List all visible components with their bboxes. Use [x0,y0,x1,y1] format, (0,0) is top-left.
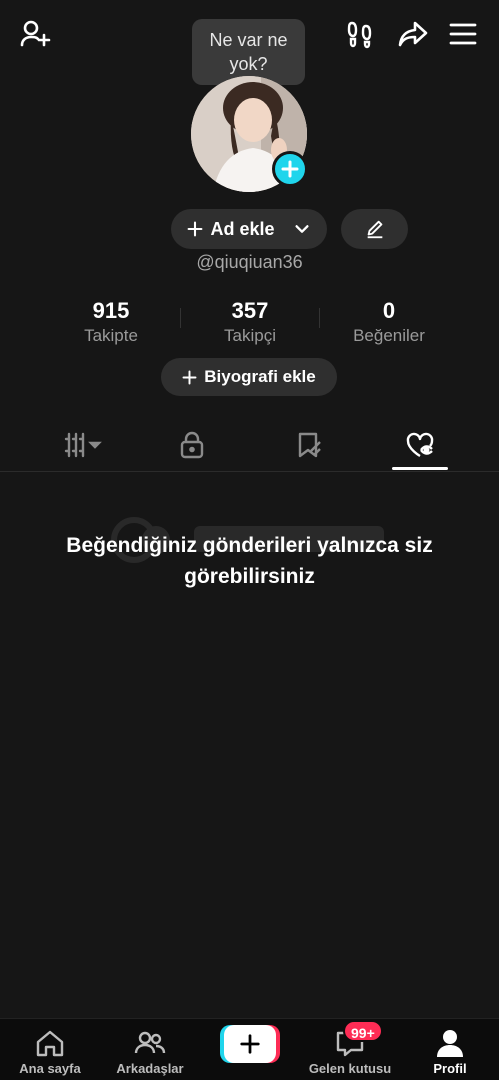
menu-button[interactable] [445,16,481,52]
stat-value: 357 [231,298,269,323]
add-name-label: Ad ekle [210,218,275,239]
edit-profile-button[interactable] [341,209,408,249]
stat-followers[interactable]: 357 Takipçi [190,298,310,346]
add-bio-button[interactable]: Biyografi ekle [161,358,337,396]
footprints-button[interactable] [342,16,378,52]
friends-icon [134,1031,166,1054]
stat-value: 0 [382,298,396,323]
stat-value: 915 [92,298,130,323]
stat-label: Beğeniler [353,326,425,345]
inbox-count-badge: 99+ [343,1020,383,1042]
bookmark-icon [298,432,321,458]
add-avatar-button[interactable] [272,151,308,187]
nav-friends[interactable]: Arkadaşlar [108,1019,192,1080]
plus-icon [182,370,197,384]
tooltip-text: Ne var ne yok? [209,30,288,74]
nav-label: Ana sayfa [19,1061,81,1076]
add-friend-icon [20,20,51,47]
tab-liked[interactable] [365,420,475,470]
videos-grid-icon [64,432,102,458]
stat-following[interactable]: 915 Takipte [51,298,171,346]
plus-icon [281,160,299,178]
plus-icon [188,221,203,237]
create-button[interactable] [220,1025,280,1063]
stat-likes[interactable]: 0 Beğeniler [329,298,449,346]
tab-videos[interactable] [28,420,138,470]
liked-empty-message: Beğendiğiniz gönderileri yalnızca siz gö… [66,534,433,588]
share-button[interactable] [395,16,431,52]
profile-icon [437,1030,463,1057]
nav-label: Gelen kutusu [308,1061,392,1076]
add-bio-label: Biyografi ekle [204,367,316,386]
divider [319,308,320,328]
stat-label: Takipçi [224,326,276,345]
tab-private[interactable] [137,420,247,470]
home-icon [36,1030,64,1057]
nav-label: Arkadaşlar [116,1061,184,1076]
liked-heart-icon [406,432,434,458]
add-name-button[interactable]: Ad ekle [171,209,327,249]
active-tab-indicator [392,467,448,470]
lock-icon [180,431,204,459]
profile-tabs [0,420,499,472]
tab-saved[interactable] [254,420,364,470]
nav-label: Profil [433,1061,467,1076]
plus-icon [240,1034,260,1054]
nav-profile[interactable]: Profil [420,1019,480,1080]
share-icon [398,21,428,47]
footprints-icon [347,21,372,49]
add-friend-button[interactable] [17,16,53,52]
pencil-icon [367,220,382,239]
chevron-down-icon [294,225,309,233]
menu-icon [449,23,477,45]
nav-home[interactable]: Ana sayfa [14,1019,86,1080]
username-handle: @qiuqiuan36 [196,252,303,272]
divider [180,308,181,328]
stat-label: Takipte [84,326,138,345]
